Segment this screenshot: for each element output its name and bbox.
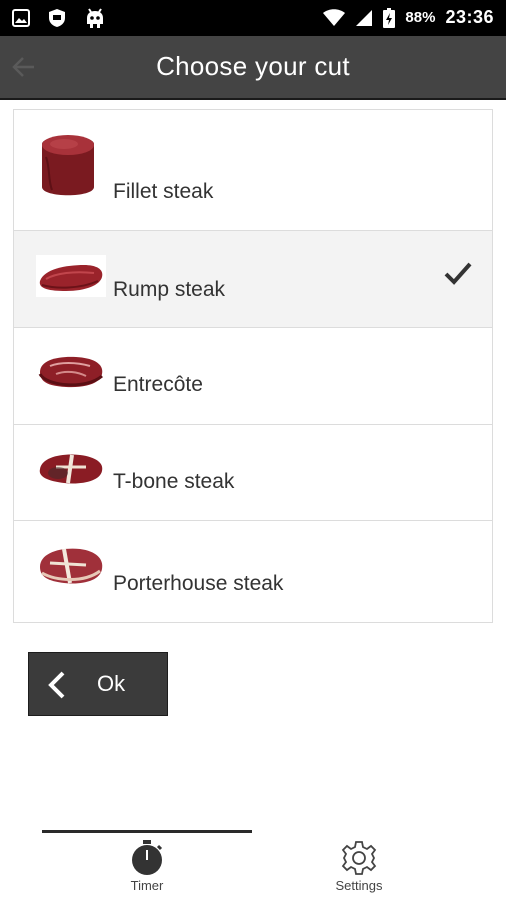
cut-item-t-bone-steak[interactable]: T-bone steak — [14, 425, 492, 521]
shield-notification-icon — [49, 9, 65, 27]
image-notification-icon — [12, 9, 30, 27]
app-bar: Choose your cut — [0, 36, 506, 100]
cut-list: Fillet steak Rump steak Entrecôte T-bone… — [13, 109, 493, 623]
stopwatch-icon — [132, 840, 163, 875]
cut-label: Rump steak — [113, 278, 226, 301]
tab-timer[interactable]: Timer — [42, 820, 252, 900]
ok-button-label: Ok — [97, 671, 126, 696]
chevron-left-icon — [48, 671, 65, 699]
tab-settings[interactable]: Settings — [254, 820, 464, 900]
gear-icon — [341, 841, 377, 875]
status-bar: 88% 23:36 — [0, 0, 506, 36]
porterhouse-steak-image — [40, 548, 103, 584]
clock: 23:36 — [445, 7, 494, 27]
cut-item-rump-steak[interactable]: Rump steak — [14, 231, 492, 328]
entrecote-image — [38, 356, 103, 388]
cut-label: Entrecôte — [113, 373, 203, 396]
ok-button[interactable]: Ok — [28, 652, 168, 716]
android-notification-icon — [87, 8, 103, 28]
system-icons: 88% 23:36 — [323, 7, 494, 28]
active-tab-indicator — [42, 830, 252, 833]
cut-label: Fillet steak — [113, 180, 214, 203]
rump-steak-image — [36, 255, 106, 297]
page-title: Choose your cut — [156, 51, 350, 81]
wifi-icon — [323, 8, 346, 26]
cut-item-porterhouse-steak[interactable]: Porterhouse steak — [14, 521, 492, 622]
cut-label: Porterhouse steak — [113, 572, 284, 595]
battery-icon — [383, 7, 396, 28]
fillet-steak-image — [42, 135, 94, 196]
signal-icon — [356, 9, 373, 26]
tab-label: Timer — [130, 878, 164, 893]
cut-item-fillet-steak[interactable]: Fillet steak — [14, 110, 492, 231]
tab-label: Settings — [335, 878, 383, 893]
t-bone-steak-image — [39, 454, 103, 484]
checkmark-icon — [444, 262, 472, 285]
cut-label: T-bone steak — [113, 470, 235, 493]
battery-percentage: 88% — [405, 9, 436, 26]
notification-icons — [12, 8, 106, 28]
bottom-navigation: Timer Settings — [0, 820, 506, 900]
cut-item-entrecote[interactable]: Entrecôte — [14, 328, 492, 425]
